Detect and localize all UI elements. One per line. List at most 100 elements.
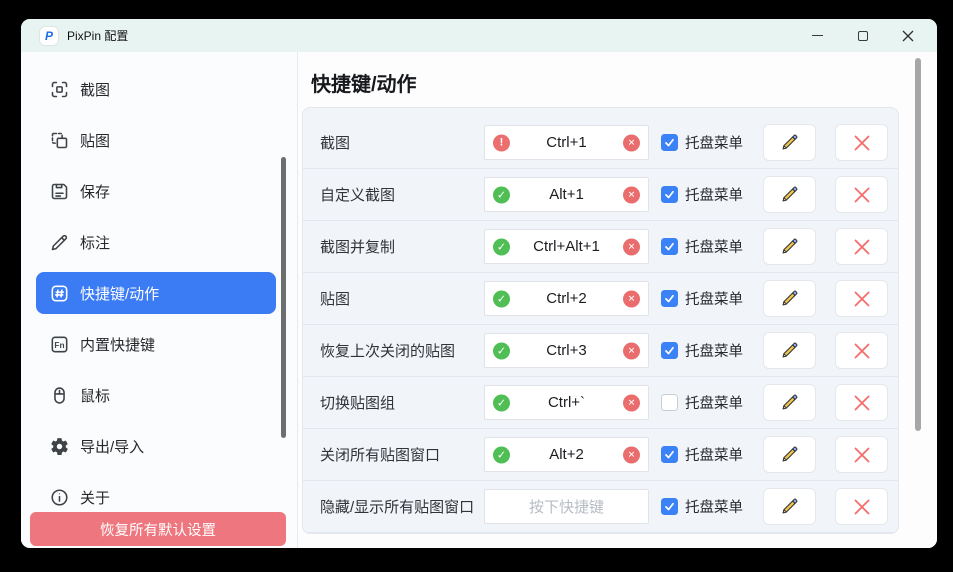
sidebar-item-label: 贴图 (80, 130, 110, 151)
titlebar: P PixPin 配置 (21, 19, 937, 52)
sidebar-item-1[interactable]: 截图 (36, 68, 276, 110)
hotkey-input[interactable]: ✓ Ctrl+Alt+1 ✕ (484, 229, 649, 264)
delete-hotkey-button[interactable] (835, 436, 888, 473)
pencil-icon (780, 445, 799, 464)
maximize-button[interactable] (840, 19, 885, 52)
hotkey-row: 截图并复制 ✓ Ctrl+Alt+1 ✕ 托盘菜单 (303, 221, 898, 273)
action-label: 隐藏/显示所有贴图窗口 (320, 496, 484, 517)
sidebar-item-label: 截图 (80, 79, 110, 100)
clear-hotkey-icon[interactable]: ✕ (623, 238, 640, 255)
tray-menu-checkbox[interactable] (661, 290, 678, 307)
action-label: 切换贴图组 (320, 392, 484, 413)
delete-hotkey-button[interactable] (835, 280, 888, 317)
tray-menu-label: 托盘菜单 (685, 236, 743, 257)
hotkey-input[interactable]: ✓ Alt+2 ✕ (484, 437, 649, 472)
sidebar-item-7[interactable]: 鼠标 (36, 374, 276, 416)
tray-menu-label: 托盘菜单 (685, 132, 743, 153)
tray-menu-label: 托盘菜单 (685, 444, 743, 465)
edit-hotkey-button[interactable] (763, 436, 816, 473)
hotkey-row: 截图 ! Ctrl+1 ✕ 托盘菜单 (303, 117, 898, 169)
sidebar-nav: 截图 贴图 保存 标注 快捷键/动作 Fn 内置快捷键 鼠标 导出/导入 关于 (21, 68, 297, 518)
pencil-icon (780, 341, 799, 360)
minimize-icon (812, 35, 823, 36)
sidebar-item-3[interactable]: 保存 (36, 170, 276, 212)
hotkey-row: 关闭所有贴图窗口 ✓ Alt+2 ✕ 托盘菜单 (303, 429, 898, 481)
svg-text:Fn: Fn (54, 339, 64, 349)
hotkey-input[interactable]: 按下快捷键 (484, 489, 649, 524)
restore-defaults-button[interactable]: 恢复所有默认设置 (30, 512, 286, 546)
pencil-icon (780, 393, 799, 412)
sidebar-item-label: 鼠标 (80, 385, 110, 406)
edit-hotkey-button[interactable] (763, 332, 816, 369)
edit-hotkey-button[interactable] (763, 176, 816, 213)
hotkey-input[interactable]: ✓ Ctrl+3 ✕ (484, 333, 649, 368)
hotkey-value: Ctrl+Alt+1 (533, 238, 600, 255)
edit-hotkey-button[interactable] (763, 280, 816, 317)
edit-hotkey-button[interactable] (763, 124, 816, 161)
tray-menu-checkbox[interactable] (661, 446, 678, 463)
sidebar-item-label: 内置快捷键 (80, 334, 155, 355)
delete-x-icon (853, 238, 871, 256)
status-icon: ✓ (493, 238, 510, 255)
clear-hotkey-icon[interactable]: ✕ (623, 446, 640, 463)
sidebar-item-label: 快捷键/动作 (80, 283, 159, 304)
tray-menu-checkbox[interactable] (661, 186, 678, 203)
pencil-icon (780, 185, 799, 204)
clear-hotkey-icon[interactable]: ✕ (623, 134, 640, 151)
delete-hotkey-button[interactable] (835, 332, 888, 369)
delete-hotkey-button[interactable] (835, 488, 888, 525)
pixpin-config-window: P PixPin 配置 截图 贴图 保存 标注 快捷键/动作 Fn (21, 19, 937, 548)
minimize-button[interactable] (795, 19, 840, 52)
delete-hotkey-button[interactable] (835, 124, 888, 161)
action-label: 恢复上次关闭的贴图 (320, 340, 484, 361)
hotkey-value: 按下快捷键 (529, 496, 604, 517)
tray-menu-checkbox[interactable] (661, 134, 678, 151)
tray-menu-checkbox[interactable] (661, 342, 678, 359)
tray-menu-checkbox[interactable] (661, 498, 678, 515)
fn-key-icon: Fn (48, 333, 70, 355)
delete-hotkey-button[interactable] (835, 228, 888, 265)
clear-hotkey-icon[interactable]: ✕ (623, 186, 640, 203)
close-button[interactable] (885, 19, 930, 52)
sidebar-scrollbar-thumb[interactable] (281, 157, 286, 438)
delete-x-icon (853, 446, 871, 464)
sidebar-item-label: 导出/导入 (80, 436, 144, 457)
clear-hotkey-icon[interactable]: ✕ (623, 394, 640, 411)
status-icon: ! (493, 134, 510, 151)
hotkey-input[interactable]: ! Ctrl+1 ✕ (484, 125, 649, 160)
tray-menu-checkbox[interactable] (661, 394, 678, 411)
sidebar-item-4[interactable]: 标注 (36, 221, 276, 263)
hotkey-input[interactable]: ✓ Ctrl+2 ✕ (484, 281, 649, 316)
sidebar-item-2[interactable]: 贴图 (36, 119, 276, 161)
hotkey-input[interactable]: ✓ Ctrl+` ✕ (484, 385, 649, 420)
clear-hotkey-icon[interactable]: ✕ (623, 342, 640, 359)
delete-hotkey-button[interactable] (835, 384, 888, 421)
sidebar-item-8[interactable]: 导出/导入 (36, 425, 276, 467)
clear-hotkey-icon[interactable]: ✕ (623, 290, 640, 307)
gear-icon (48, 435, 70, 457)
hotkey-hash-icon (48, 282, 70, 304)
action-label: 截图并复制 (320, 236, 484, 257)
edit-hotkey-button[interactable] (763, 488, 816, 525)
delete-x-icon (853, 134, 871, 152)
delete-hotkey-button[interactable] (835, 176, 888, 213)
hotkey-row: 恢复上次关闭的贴图 ✓ Ctrl+3 ✕ 托盘菜单 (303, 325, 898, 377)
tray-menu-checkbox[interactable] (661, 238, 678, 255)
action-label: 截图 (320, 132, 484, 153)
pencil-icon (780, 133, 799, 152)
hotkey-input[interactable]: ✓ Alt+1 ✕ (484, 177, 649, 212)
hotkey-row: 自定义截图 ✓ Alt+1 ✕ 托盘菜单 (303, 169, 898, 221)
content-scrollbar-thumb[interactable] (915, 58, 921, 431)
status-icon: ✓ (493, 446, 510, 463)
hotkey-value: Ctrl+3 (546, 342, 586, 359)
pencil-icon (780, 497, 799, 516)
edit-hotkey-button[interactable] (763, 228, 816, 265)
pin-image-icon (48, 129, 70, 151)
sidebar-item-5[interactable]: 快捷键/动作 (36, 272, 276, 314)
desktop-background: P PixPin 配置 截图 贴图 保存 标注 快捷键/动作 Fn (0, 0, 953, 572)
status-icon: ✓ (493, 186, 510, 203)
edit-hotkey-button[interactable] (763, 384, 816, 421)
sidebar-item-6[interactable]: Fn 内置快捷键 (36, 323, 276, 365)
hotkey-row: 贴图 ✓ Ctrl+2 ✕ 托盘菜单 (303, 273, 898, 325)
hotkey-row: 隐藏/显示所有贴图窗口 按下快捷键 托盘菜单 (303, 481, 898, 533)
